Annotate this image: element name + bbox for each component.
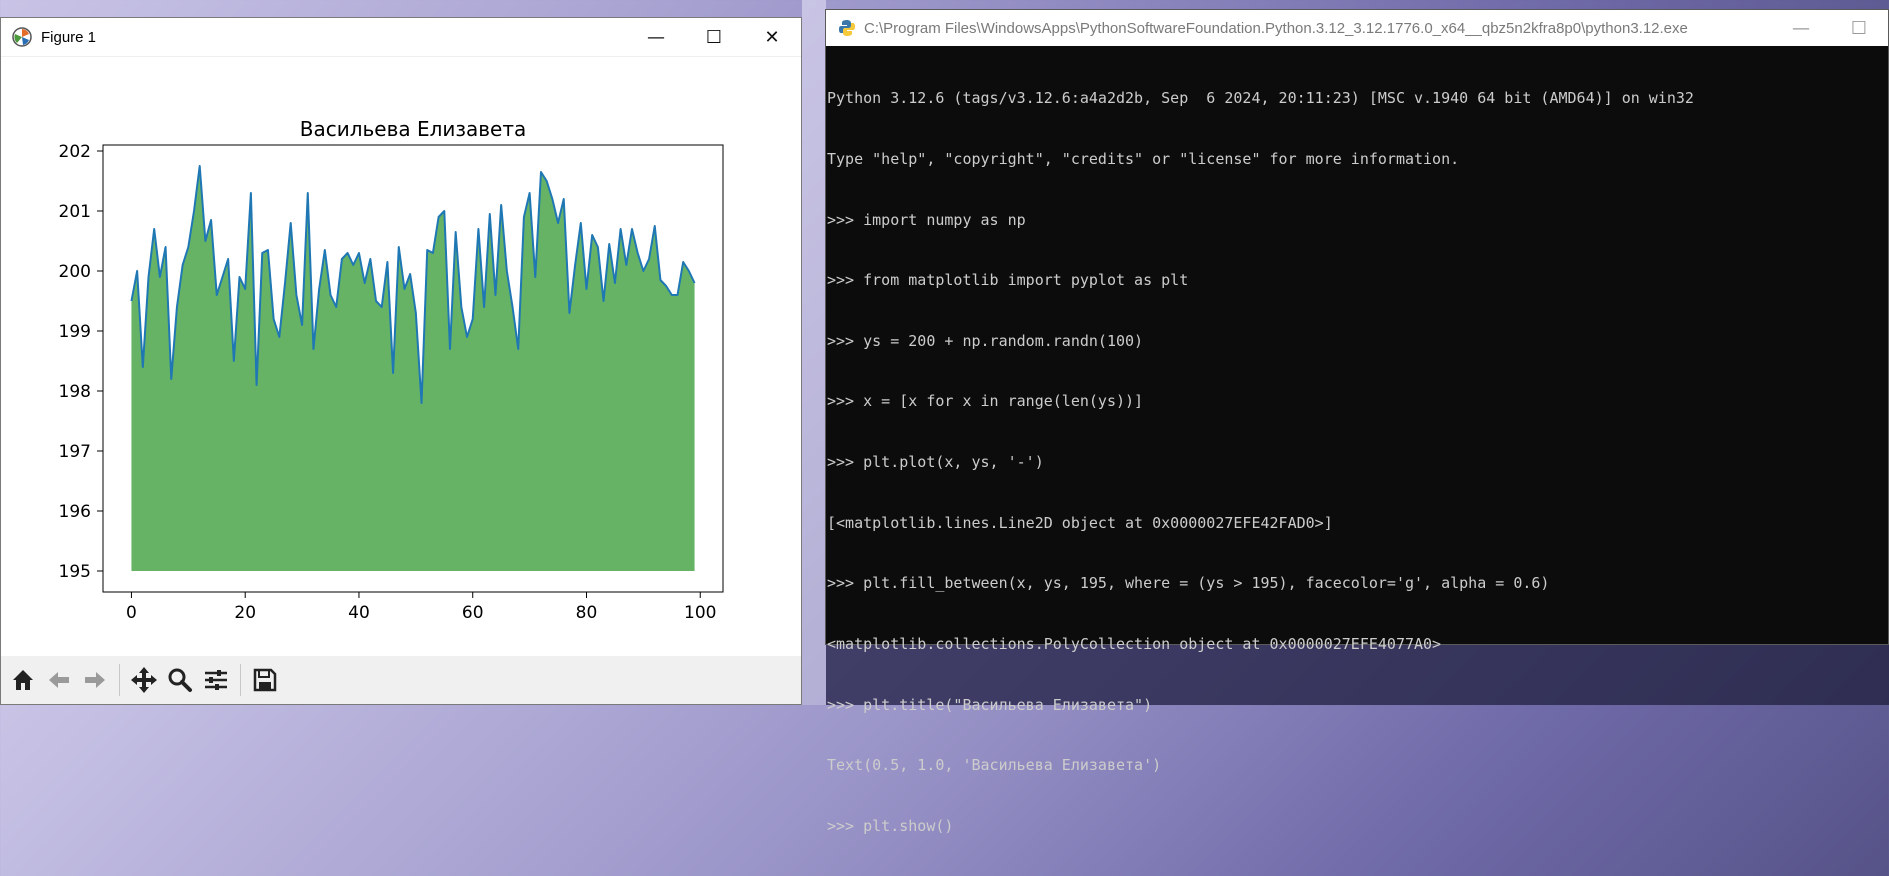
console-line: <matplotlib.collections.PolyCollection o… <box>827 634 1442 653</box>
x-tick-label: 80 <box>576 603 598 623</box>
console-window-controls: — ☐ <box>1772 10 1888 46</box>
figure-canvas[interactable]: 0 20 40 60 80 100 195 196 197 198 199 200 201 202 Ва… <box>1 57 801 667</box>
chart-fill-area <box>131 166 695 571</box>
console-line: Text(0.5, 1.0, 'Васильева Елизавета') <box>827 756 1162 775</box>
x-axis: 0 20 40 60 80 100 <box>126 592 716 623</box>
close-button[interactable]: ✕ <box>743 18 801 56</box>
zoom-icon[interactable] <box>162 662 198 698</box>
y-tick-label: 200 <box>59 262 91 282</box>
python-console-window: C:\Program Files\WindowsApps\PythonSoftw… <box>825 9 1889 835</box>
figure-window: Figure 1 — ☐ ✕ 0 20 40 60 80 100 195 196 197 198… <box>0 17 802 705</box>
forward-icon[interactable] <box>77 662 113 698</box>
chart: 0 20 40 60 80 100 195 196 197 198 199 200 201 202 Ва… <box>59 117 724 623</box>
python-icon <box>839 20 855 36</box>
maximize-button[interactable]: ☐ <box>1830 10 1888 46</box>
maximize-button[interactable]: ☐ <box>685 18 743 56</box>
minimize-button[interactable]: — <box>627 18 685 56</box>
toolbar-separator <box>119 664 120 696</box>
x-tick-label: 20 <box>234 603 256 623</box>
y-tick-label: 195 <box>59 562 91 582</box>
console-title: C:\Program Files\WindowsApps\PythonSoftw… <box>864 19 1688 37</box>
y-tick-label: 202 <box>59 142 91 162</box>
home-icon[interactable] <box>5 662 41 698</box>
console-line: Python 3.12.6 (tags/v3.12.6:a4a2d2b, Sep… <box>827 89 1694 108</box>
y-tick-label: 197 <box>59 442 91 462</box>
x-tick-label: 100 <box>684 603 716 623</box>
x-tick-label: 60 <box>462 603 484 623</box>
figure-title: Figure 1 <box>41 28 97 46</box>
figure-window-controls: — ☐ ✕ <box>627 18 801 56</box>
console-line: [<matplotlib.lines.Line2D object at 0x00… <box>827 513 1333 532</box>
figure-titlebar[interactable]: Figure 1 — ☐ ✕ <box>1 18 801 57</box>
y-tick-label: 196 <box>59 502 91 522</box>
y-tick-label: 201 <box>59 202 91 222</box>
back-icon[interactable] <box>41 662 77 698</box>
console-line: >>> from matplotlib import pyplot as plt <box>827 271 1189 290</box>
x-tick-label: 0 <box>126 603 137 623</box>
console-line: >>> x = [x for x in range(len(ys))] <box>827 392 1144 411</box>
toolbar-separator <box>240 664 241 696</box>
pan-icon[interactable] <box>126 662 162 698</box>
save-icon[interactable] <box>247 662 283 698</box>
navigation-toolbar <box>1 656 801 704</box>
console-line: Type "help", "copyright", "credits" or "… <box>827 150 1460 169</box>
console-line: >>> ys = 200 + np.random.randn(100) <box>827 331 1144 350</box>
chart-title: Васильева Елизавета <box>300 117 527 141</box>
x-tick-label: 40 <box>348 603 370 623</box>
console-titlebar[interactable]: C:\Program Files\WindowsApps\PythonSoftw… <box>826 10 1888 46</box>
fill-between-polygon <box>131 166 695 571</box>
console-line: >>> plt.show() <box>827 816 954 835</box>
y-tick-label: 199 <box>59 322 91 342</box>
matplotlib-app-icon <box>12 27 32 47</box>
console-output[interactable]: Python 3.12.6 (tags/v3.12.6:a4a2d2b, Sep… <box>826 46 1888 876</box>
console-line: >>> import numpy as np <box>827 210 1026 229</box>
console-line: >>> plt.fill_between(x, ys, 195, where =… <box>827 574 1550 593</box>
minimize-button[interactable]: — <box>1772 10 1830 46</box>
desktop-wallpaper-highlight <box>802 0 826 705</box>
configure-subplots-icon[interactable] <box>198 662 234 698</box>
console-line: >>> plt.plot(x, ys, '-') <box>827 453 1044 472</box>
y-axis: 195 196 197 198 199 200 201 202 <box>59 142 103 582</box>
y-tick-label: 198 <box>59 382 91 402</box>
